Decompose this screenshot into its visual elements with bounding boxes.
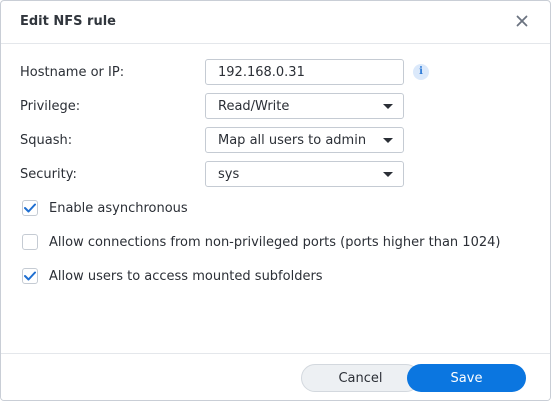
hostname-label: Hostname or IP: bbox=[20, 65, 125, 80]
enable-async-checkbox[interactable] bbox=[22, 200, 38, 216]
hostname-value: 192.168.0.31 bbox=[218, 65, 305, 80]
hostname-input[interactable]: 192.168.0.31 bbox=[205, 59, 404, 85]
squash-label: Squash: bbox=[20, 133, 73, 148]
chevron-down-icon bbox=[383, 172, 393, 177]
privilege-row: Privilege: Read/Write bbox=[1, 93, 550, 121]
privilege-value: Read/Write bbox=[218, 99, 290, 114]
security-row: Security: sys bbox=[1, 161, 550, 189]
mounted-subfolders-checkbox[interactable] bbox=[22, 268, 38, 284]
cancel-button[interactable]: Cancel bbox=[301, 364, 420, 392]
nonpriv-ports-label: Allow connections from non-privileged po… bbox=[49, 235, 501, 250]
security-label: Security: bbox=[20, 167, 77, 182]
mounted-subfolders-option[interactable]: Allow users to access mounted subfolders bbox=[1, 267, 550, 287]
close-icon[interactable] bbox=[512, 11, 532, 31]
enable-async-label: Enable asynchronous bbox=[49, 201, 188, 216]
hostname-row: Hostname or IP: 192.168.0.31 i bbox=[1, 59, 550, 87]
chevron-down-icon bbox=[383, 104, 393, 109]
info-icon[interactable]: i bbox=[413, 64, 429, 80]
security-select[interactable]: sys bbox=[205, 161, 404, 187]
privilege-label: Privilege: bbox=[20, 99, 81, 114]
checkmark-icon bbox=[24, 203, 36, 213]
enable-async-option[interactable]: Enable asynchronous bbox=[1, 199, 550, 219]
squash-select[interactable]: Map all users to admin bbox=[205, 127, 404, 153]
info-icon-glyph: i bbox=[419, 66, 423, 77]
edit-nfs-rule-dialog: Edit NFS rule Hostname or IP: 192.168.0.… bbox=[0, 0, 551, 401]
save-button[interactable]: Save bbox=[407, 364, 526, 392]
squash-value: Map all users to admin bbox=[218, 133, 367, 148]
nonpriv-ports-checkbox[interactable] bbox=[22, 234, 38, 250]
dialog-title: Edit NFS rule bbox=[20, 14, 116, 29]
squash-row: Squash: Map all users to admin bbox=[1, 127, 550, 155]
header-divider bbox=[1, 43, 550, 44]
checkmark-icon bbox=[24, 271, 36, 281]
security-value: sys bbox=[218, 167, 240, 182]
privilege-select[interactable]: Read/Write bbox=[205, 93, 404, 119]
mounted-subfolders-label: Allow users to access mounted subfolders bbox=[49, 269, 323, 284]
chevron-down-icon bbox=[383, 138, 393, 143]
nonpriv-ports-option[interactable]: Allow connections from non-privileged po… bbox=[1, 233, 550, 253]
